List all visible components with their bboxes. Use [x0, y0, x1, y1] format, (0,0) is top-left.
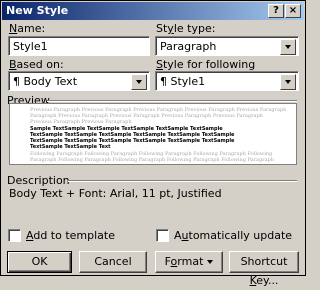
- add-to-template-label[interactable]: Add to template: [26, 229, 115, 242]
- name-label: Name:: [9, 22, 46, 35]
- auto-update-checkbox[interactable]: [156, 229, 169, 242]
- chevron-down-icon[interactable]: [131, 74, 147, 90]
- based-on-value: ¶ Body Text: [13, 75, 78, 88]
- window-title: New Style: [6, 4, 69, 17]
- close-icon[interactable]: ×: [285, 4, 301, 18]
- chevron-down-icon[interactable]: [280, 74, 296, 90]
- style-type-value: Paragraph: [160, 40, 217, 53]
- preview-pane: Previous Paragraph Previous Paragraph Pr…: [9, 103, 297, 165]
- description-text: Body Text + Font: Arial, 11 pt, Justifie…: [9, 187, 222, 200]
- preview-divider: [47, 100, 297, 102]
- chevron-down-icon[interactable]: [280, 39, 296, 55]
- description-label: Description: [7, 174, 70, 187]
- based-on-label: Based on:: [9, 58, 64, 71]
- preview-following-line: Paragraph Following Paragraph Following …: [30, 157, 274, 163]
- auto-update-label[interactable]: Automatically update: [174, 229, 292, 242]
- shortcut-key-button[interactable]: Shortcut Key...: [229, 251, 299, 287]
- style-type-label: Style type:: [156, 22, 216, 35]
- ok-button[interactable]: OK: [7, 251, 72, 273]
- title-bar: New Style ? ×: [2, 2, 304, 20]
- description-divider: [68, 180, 297, 182]
- following-style-value: ¶ Style1: [160, 75, 206, 88]
- chevron-down-icon: [207, 260, 214, 264]
- format-button[interactable]: Format: [155, 251, 223, 273]
- style-type-select[interactable]: Paragraph: [155, 36, 299, 56]
- cancel-button[interactable]: Cancel: [79, 251, 147, 273]
- add-to-template-checkbox[interactable]: [8, 229, 21, 242]
- following-style-select[interactable]: ¶ Style1: [155, 71, 299, 91]
- name-input-value: Style1: [13, 40, 48, 53]
- name-input[interactable]: Style1: [8, 36, 150, 56]
- preview-previous-line: Previous Paragraph Previous Paragraph: [30, 119, 132, 125]
- new-style-dialog: New Style ? × Name: Style1 Style type: P…: [0, 0, 306, 287]
- help-icon[interactable]: ?: [268, 4, 284, 18]
- preview-sample-line: TextSample TextSample Text: [30, 144, 111, 150]
- based-on-select[interactable]: ¶ Body Text: [8, 71, 150, 91]
